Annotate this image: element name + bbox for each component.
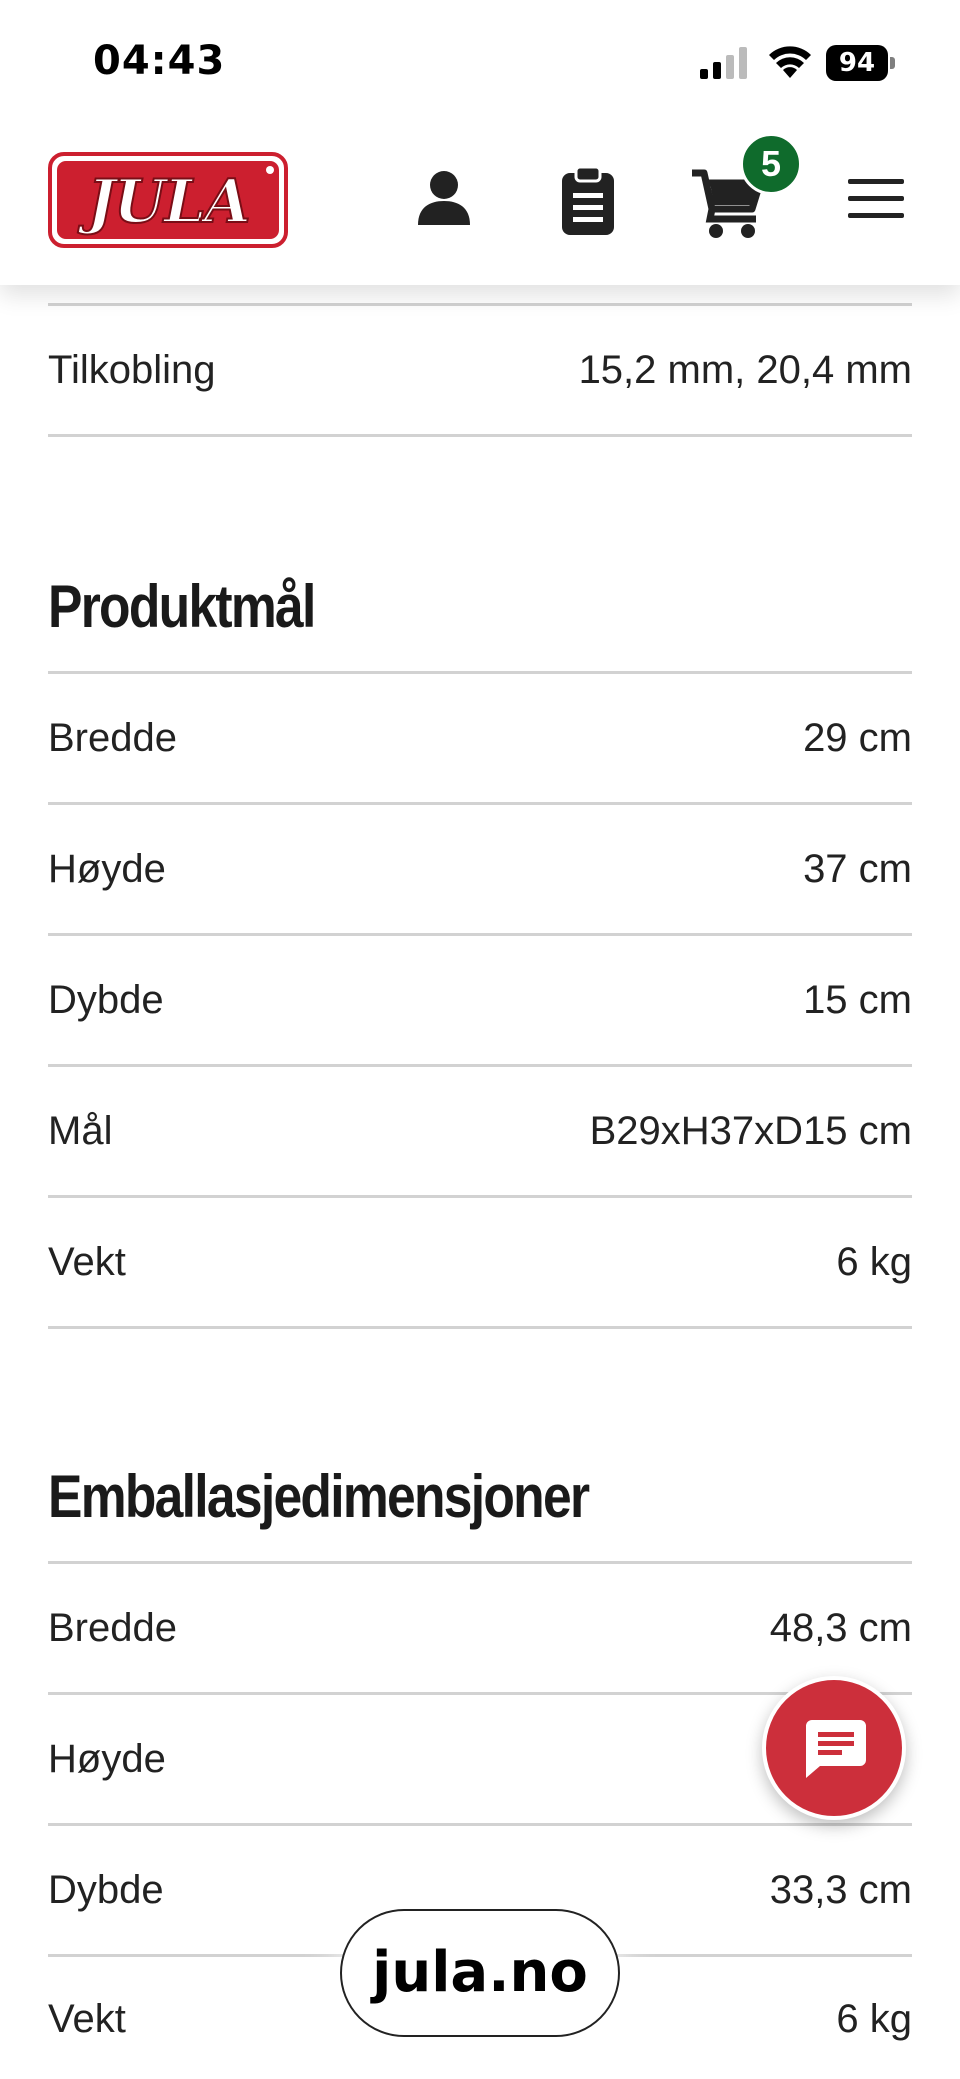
spec-value: 48,3 cm <box>769 1605 912 1650</box>
spec-label: Vekt <box>48 1239 126 1284</box>
spec-row: Bredde 29 cm <box>48 671 912 802</box>
spec-label: Høyde <box>48 1736 166 1781</box>
battery-icon: 94 <box>826 45 896 81</box>
section-emballasje: Emballasjedimensjoner <box>48 1326 912 1561</box>
wifi-icon <box>769 46 811 78</box>
status-bar: 04:43 94 <box>0 0 960 125</box>
spec-label: Bredde <box>48 715 177 760</box>
spec-value: B29xH37xD15 cm <box>589 1108 912 1153</box>
signal-icon <box>700 47 747 79</box>
jula-logo[interactable]: JULA <box>48 152 288 248</box>
status-time: 04:43 <box>93 38 226 84</box>
spec-value: 6 kg <box>836 1239 912 1284</box>
spec-label: Tilkobling <box>48 347 216 392</box>
menu-icon[interactable] <box>848 177 904 221</box>
svg-text:JULA: JULA <box>77 167 248 237</box>
spec-label: Høyde <box>48 846 166 891</box>
spec-value: 15,2 mm, 20,4 mm <box>578 347 912 392</box>
spec-label: Dybde <box>48 977 164 1022</box>
spec-label: Vekt <box>48 1997 126 2041</box>
spec-row: Dybde 15 cm <box>48 933 912 1064</box>
spec-row: Bredde 48,3 cm <box>48 1561 912 1692</box>
browser-url-bar[interactable]: jula.no <box>340 1909 620 2037</box>
section-produktmal: Produktmål <box>48 434 912 671</box>
spec-value: 15 cm <box>803 977 912 1022</box>
cart-count-badge[interactable]: 5 <box>740 133 802 195</box>
spec-value: 29 cm <box>803 715 912 760</box>
spec-label: Mål <box>48 1108 113 1153</box>
spec-value: 33,3 cm <box>769 1867 912 1912</box>
section-title-produktmal: Produktmål <box>48 572 316 640</box>
spec-row: Mål B29xH37xD15 cm <box>48 1064 912 1195</box>
spec-value: 37 cm <box>803 846 912 891</box>
spec-row: Vekt 6 kg <box>48 1195 912 1326</box>
chat-icon <box>806 1720 866 1778</box>
chat-button[interactable] <box>762 1676 906 1820</box>
section-title-emballasje: Emballasjedimensjoner <box>48 1462 590 1530</box>
spec-row-tilkobling: Tilkobling 15,2 mm, 20,4 mm <box>48 303 912 434</box>
spec-row: Høyde 37 cm <box>48 802 912 933</box>
specifications: Tilkobling 15,2 mm, 20,4 mm Produktmål B… <box>48 285 912 2079</box>
site-header: JULA 5 <box>0 125 960 285</box>
battery-level: 94 <box>838 48 876 78</box>
spec-label: Bredde <box>48 1605 177 1650</box>
spec-label: Dybde <box>48 1867 164 1912</box>
clipboard-icon[interactable] <box>556 165 620 237</box>
account-icon[interactable] <box>412 167 476 231</box>
spec-value: 6 kg <box>836 1997 912 2041</box>
